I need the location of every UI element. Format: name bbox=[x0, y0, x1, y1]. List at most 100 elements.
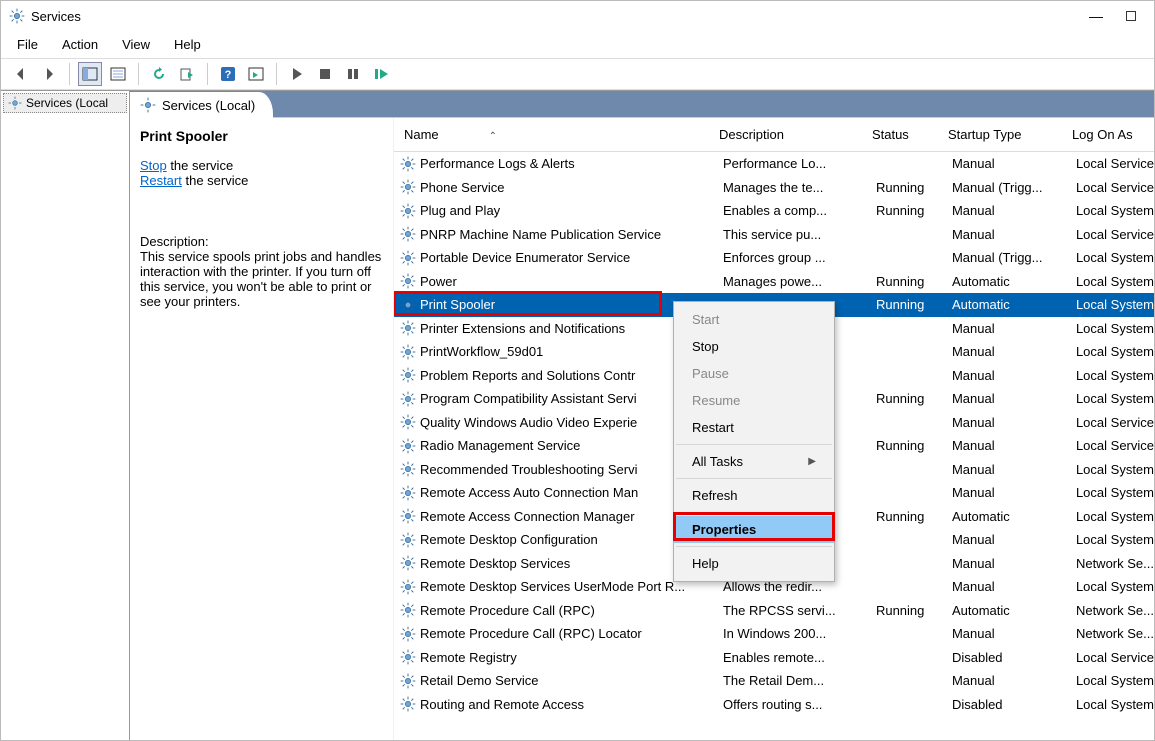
export-button[interactable] bbox=[175, 62, 199, 86]
service-description: Enforces group ... bbox=[723, 250, 876, 265]
service-logon: Network Se... bbox=[1076, 626, 1154, 641]
play-icon bbox=[289, 66, 305, 82]
minimize-button[interactable]: — bbox=[1084, 9, 1108, 23]
restart-service-button[interactable] bbox=[369, 62, 393, 86]
service-gear-icon bbox=[400, 203, 416, 219]
stop-service-link[interactable]: Stop bbox=[140, 158, 167, 173]
menu-help[interactable]: Help bbox=[170, 35, 205, 54]
service-logon: Local System bbox=[1076, 673, 1154, 688]
service-row[interactable]: PNRP Machine Name Publication ServiceThi… bbox=[394, 223, 1154, 247]
submenu-arrow-icon: ▶ bbox=[808, 456, 816, 467]
context-menu-stop[interactable]: Stop bbox=[674, 333, 834, 360]
col-header-startup[interactable]: Startup Type bbox=[948, 127, 1072, 142]
col-header-description[interactable]: Description bbox=[719, 127, 872, 142]
service-name: Remote Procedure Call (RPC) Locator bbox=[420, 626, 723, 641]
maximize-button[interactable] bbox=[1126, 11, 1136, 21]
description-text: This service spools print jobs and handl… bbox=[140, 249, 383, 309]
stop-service-button[interactable] bbox=[313, 62, 337, 86]
console-tree[interactable]: Services (Local bbox=[1, 91, 130, 740]
service-description: This service pu... bbox=[723, 227, 876, 242]
context-menu-refresh[interactable]: Refresh bbox=[674, 482, 834, 509]
gear-icon bbox=[8, 96, 22, 110]
service-logon: Local System bbox=[1076, 321, 1154, 336]
service-gear-icon bbox=[400, 156, 416, 172]
service-logon: Local System bbox=[1076, 274, 1154, 289]
help-icon: ? bbox=[220, 66, 236, 82]
tree-item-services-local[interactable]: Services (Local bbox=[3, 93, 127, 113]
service-logon: Local System bbox=[1076, 368, 1154, 383]
context-menu-resume: Resume bbox=[674, 387, 834, 414]
service-gear-icon bbox=[400, 555, 416, 571]
service-row[interactable]: Plug and PlayEnables a comp...RunningMan… bbox=[394, 199, 1154, 223]
menu-action[interactable]: Action bbox=[58, 35, 102, 54]
context-menu-restart[interactable]: Restart bbox=[674, 414, 834, 441]
service-description: In Windows 200... bbox=[723, 626, 876, 641]
properties-toolbar-button[interactable] bbox=[244, 62, 268, 86]
service-startup: Manual bbox=[952, 462, 1076, 477]
context-menu-all-tasks[interactable]: All Tasks▶ bbox=[674, 448, 834, 475]
service-row[interactable]: Phone ServiceManages the te...RunningMan… bbox=[394, 176, 1154, 200]
service-logon: Local System bbox=[1076, 203, 1154, 218]
service-startup: Manual bbox=[952, 344, 1076, 359]
service-startup: Manual bbox=[952, 203, 1076, 218]
help-button[interactable]: ? bbox=[216, 62, 240, 86]
services-list[interactable]: Name⌃ Description Status Startup Type Lo… bbox=[394, 118, 1154, 740]
service-logon: Local System bbox=[1076, 250, 1154, 265]
service-startup: Manual (Trigg... bbox=[952, 180, 1076, 195]
service-startup: Manual bbox=[952, 227, 1076, 242]
detail-pane-button[interactable] bbox=[106, 62, 130, 86]
service-startup: Manual bbox=[952, 156, 1076, 171]
service-gear-icon bbox=[400, 297, 416, 313]
service-row[interactable]: PowerManages powe...RunningAutomaticLoca… bbox=[394, 270, 1154, 294]
col-header-name[interactable]: Name⌃ bbox=[394, 127, 719, 142]
forward-button[interactable] bbox=[37, 62, 61, 86]
pause-icon bbox=[345, 66, 361, 82]
service-description: The RPCSS servi... bbox=[723, 603, 876, 618]
refresh-button[interactable] bbox=[147, 62, 171, 86]
service-logon: Local System bbox=[1076, 297, 1154, 312]
service-gear-icon bbox=[400, 579, 416, 595]
service-row[interactable]: Routing and Remote AccessOffers routing … bbox=[394, 693, 1154, 717]
service-logon: Local System bbox=[1076, 391, 1154, 406]
restart-service-link[interactable]: Restart bbox=[140, 173, 182, 188]
service-status: Running bbox=[876, 274, 952, 289]
service-row[interactable]: Remote Procedure Call (RPC) LocatorIn Wi… bbox=[394, 622, 1154, 646]
col-header-status[interactable]: Status bbox=[872, 127, 948, 142]
service-logon: Local Service bbox=[1076, 156, 1154, 171]
service-status: Running bbox=[876, 603, 952, 618]
service-startup: Manual bbox=[952, 579, 1076, 594]
service-startup: Manual bbox=[952, 368, 1076, 383]
service-row[interactable]: Remote Procedure Call (RPC)The RPCSS ser… bbox=[394, 599, 1154, 623]
back-button[interactable] bbox=[9, 62, 33, 86]
service-row[interactable]: Performance Logs & AlertsPerformance Lo.… bbox=[394, 152, 1154, 176]
sort-asc-icon: ⌃ bbox=[489, 131, 497, 142]
menu-file[interactable]: File bbox=[13, 35, 42, 54]
service-gear-icon bbox=[400, 344, 416, 360]
service-row[interactable]: Retail Demo ServiceThe Retail Dem...Manu… bbox=[394, 669, 1154, 693]
service-name: Performance Logs & Alerts bbox=[420, 156, 723, 171]
service-name: Remote Procedure Call (RPC) bbox=[420, 603, 723, 618]
service-logon: Local Service bbox=[1076, 227, 1154, 242]
tab-services-local[interactable]: Services (Local) bbox=[130, 92, 273, 118]
service-startup: Automatic bbox=[952, 297, 1076, 312]
service-row[interactable]: Remote RegistryEnables remote...Disabled… bbox=[394, 646, 1154, 670]
service-row[interactable]: Portable Device Enumerator ServiceEnforc… bbox=[394, 246, 1154, 270]
service-startup: Manual bbox=[952, 391, 1076, 406]
col-header-logon[interactable]: Log On As bbox=[1072, 127, 1154, 142]
service-logon: Local System bbox=[1076, 697, 1154, 712]
service-startup: Automatic bbox=[952, 509, 1076, 524]
service-gear-icon bbox=[400, 649, 416, 665]
window-title: Services bbox=[31, 9, 1084, 24]
start-service-button[interactable] bbox=[285, 62, 309, 86]
menu-view[interactable]: View bbox=[118, 35, 154, 54]
context-menu-properties[interactable]: Properties bbox=[674, 516, 834, 543]
pause-service-button[interactable] bbox=[341, 62, 365, 86]
service-status: Running bbox=[876, 391, 952, 406]
service-gear-icon bbox=[400, 226, 416, 242]
service-gear-icon bbox=[400, 391, 416, 407]
show-hide-tree-button[interactable] bbox=[78, 62, 102, 86]
list-header: Name⌃ Description Status Startup Type Lo… bbox=[394, 118, 1154, 152]
service-name: Phone Service bbox=[420, 180, 723, 195]
context-menu-help[interactable]: Help bbox=[674, 550, 834, 577]
selected-service-title: Print Spooler bbox=[140, 128, 383, 144]
